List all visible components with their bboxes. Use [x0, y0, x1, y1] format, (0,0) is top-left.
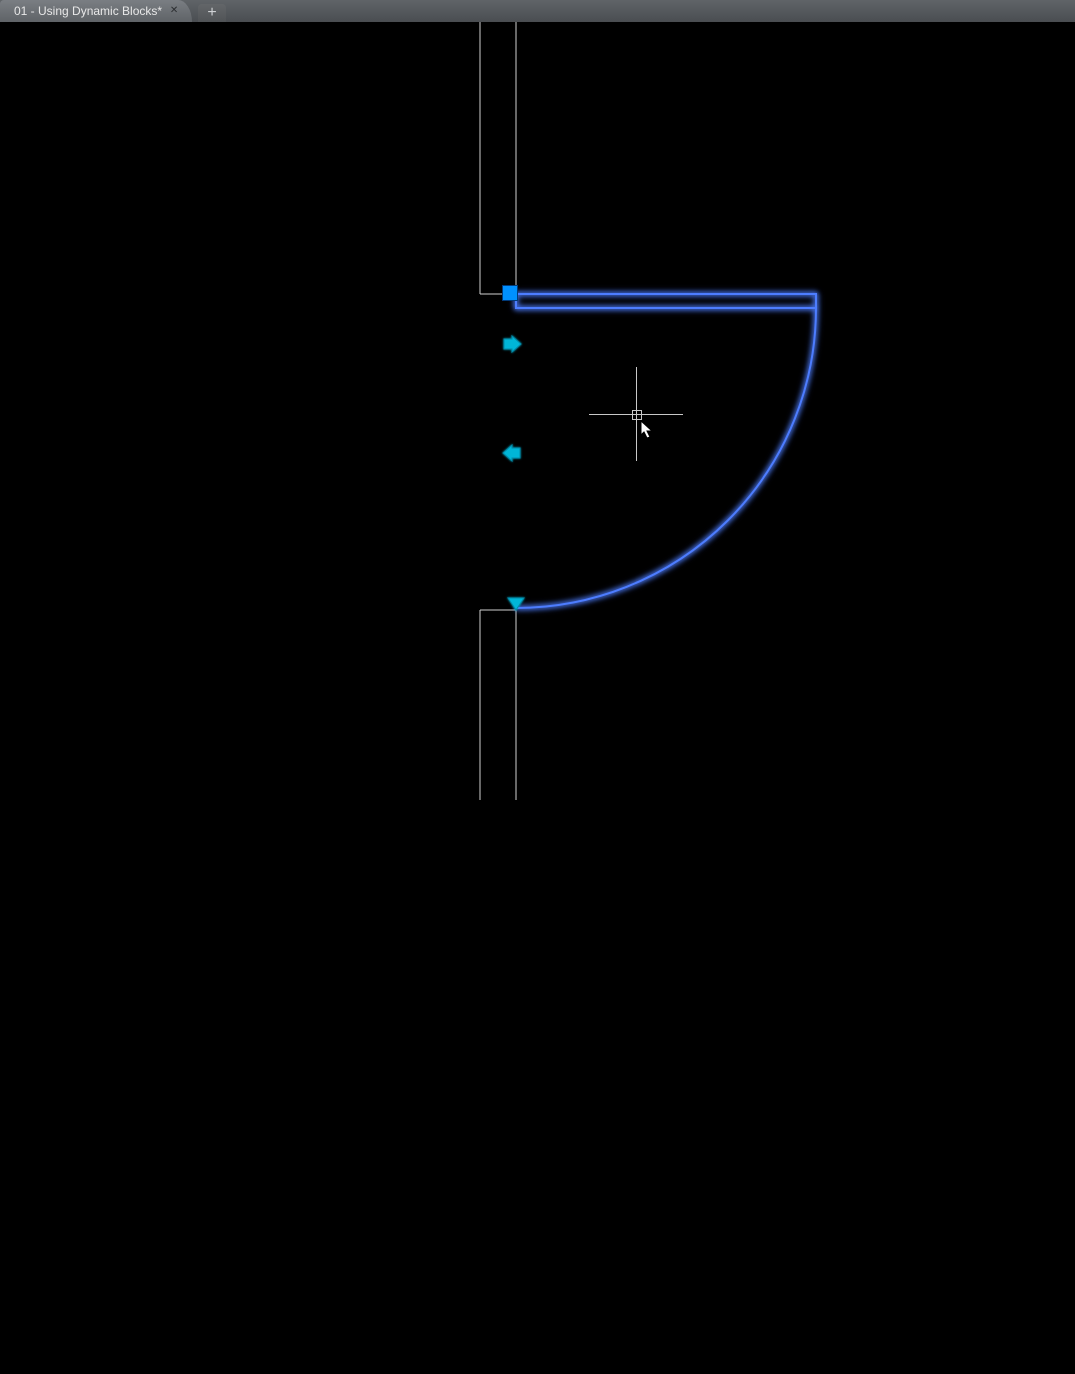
document-tab-label: 01 - Using Dynamic Blocks* — [14, 4, 162, 18]
drawing-geometry — [0, 22, 1075, 800]
model-space-viewport[interactable] — [0, 22, 1075, 800]
door-dynamic-block[interactable] — [516, 294, 816, 608]
wall-lower — [480, 610, 516, 800]
new-tab-button[interactable] — [198, 4, 226, 22]
wall-upper — [480, 22, 516, 294]
document-tabstrip: 01 - Using Dynamic Blocks* — [0, 0, 1075, 23]
mouse-pointer-icon — [640, 420, 654, 440]
base-point-grip[interactable] — [502, 285, 518, 301]
close-icon[interactable] — [168, 5, 180, 17]
document-tab-active[interactable]: 01 - Using Dynamic Blocks* — [0, 0, 192, 22]
